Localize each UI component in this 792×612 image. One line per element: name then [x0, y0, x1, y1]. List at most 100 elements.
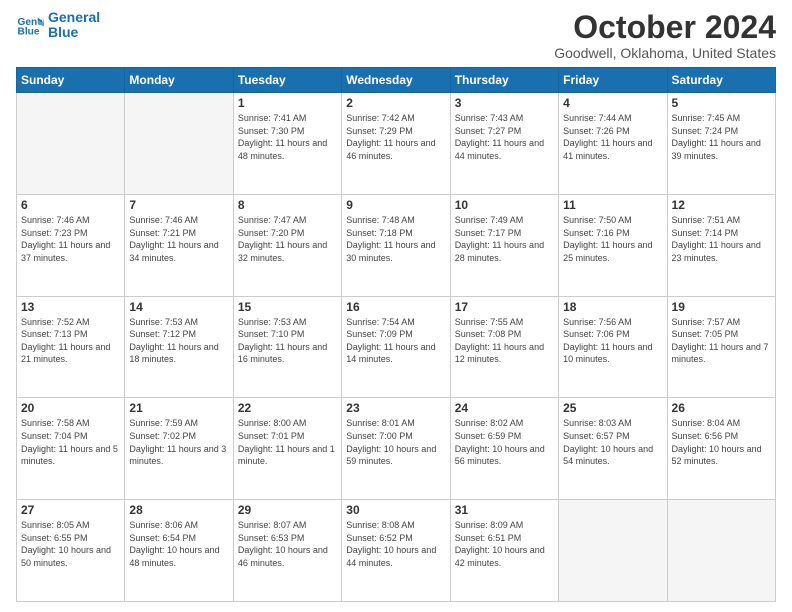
calendar-cell: 11 Sunrise: 7:50 AM Sunset: 7:16 PM Dayli…	[559, 194, 667, 296]
cell-info: Sunrise: 7:56 AM Sunset: 7:06 PM Dayligh…	[563, 316, 662, 366]
col-header-tuesday: Tuesday	[233, 68, 341, 93]
calendar-cell: 9Sunrise: 7:48 AM Sunset: 7:18 PM Daylig…	[342, 194, 450, 296]
cell-info: Sunrise: 7:51 AM Sunset: 7:14 PM Dayligh…	[672, 214, 771, 264]
cell-info: Sunrise: 7:50 AM Sunset: 7:16 PM Dayligh…	[563, 214, 662, 264]
day-number: 26	[672, 401, 771, 415]
day-number: 19	[672, 300, 771, 314]
calendar-cell: 30Sunrise: 8:08 AM Sunset: 6:52 PM Dayli…	[342, 500, 450, 602]
day-number: 12	[672, 198, 771, 212]
day-number: 2	[346, 96, 445, 110]
day-number: 10	[455, 198, 554, 212]
cell-info: Sunrise: 7:45 AM Sunset: 7:24 PM Dayligh…	[672, 112, 771, 162]
day-number: 15	[238, 300, 337, 314]
day-number: 6	[21, 198, 120, 212]
calendar-cell	[559, 500, 667, 602]
day-number: 22	[238, 401, 337, 415]
week-row-1: 1Sunrise: 7:41 AM Sunset: 7:30 PM Daylig…	[17, 93, 776, 195]
day-number: 8	[238, 198, 337, 212]
calendar-header-row: SundayMondayTuesdayWednesdayThursdayFrid…	[17, 68, 776, 93]
day-number: 5	[672, 96, 771, 110]
col-header-sunday: Sunday	[17, 68, 125, 93]
day-number: 25	[563, 401, 662, 415]
cell-info: Sunrise: 8:07 AM Sunset: 6:53 PM Dayligh…	[238, 519, 337, 569]
calendar-cell: 15 Sunrise: 7:53 AM Sunset: 7:10 PM Dayli…	[233, 296, 341, 398]
cell-info: Sunrise: 8:05 AM Sunset: 6:55 PM Dayligh…	[21, 519, 120, 569]
logo-text-blue: Blue	[48, 25, 100, 40]
week-row-2: 6Sunrise: 7:46 AM Sunset: 7:23 PM Daylig…	[17, 194, 776, 296]
calendar-cell: 29 Sunrise: 8:07 AM Sunset: 6:53 PM Dayli…	[233, 500, 341, 602]
logo-icon: General Blue	[16, 11, 44, 39]
logo: General Blue General Blue	[16, 10, 100, 41]
calendar-cell: 10Sunrise: 7:49 AM Sunset: 7:17 PM Dayli…	[450, 194, 558, 296]
day-number: 31	[455, 503, 554, 517]
cell-info: Sunrise: 7:54 AM Sunset: 7:09 PM Dayligh…	[346, 316, 445, 366]
calendar-cell: 19 Sunrise: 7:57 AM Sunset: 7:05 PM Dayli…	[667, 296, 775, 398]
calendar-cell: 12 Sunrise: 7:51 AM Sunset: 7:14 PM Dayli…	[667, 194, 775, 296]
calendar-cell: 13Sunrise: 7:52 AM Sunset: 7:13 PM Dayli…	[17, 296, 125, 398]
day-number: 1	[238, 96, 337, 110]
calendar-cell: 4 Sunrise: 7:44 AM Sunset: 7:26 PM Daylig…	[559, 93, 667, 195]
day-number: 3	[455, 96, 554, 110]
cell-info: Sunrise: 7:46 AM Sunset: 7:21 PM Dayligh…	[129, 214, 228, 264]
day-number: 17	[455, 300, 554, 314]
page-subtitle: Goodwell, Oklahoma, United States	[554, 45, 776, 61]
calendar-cell: 6Sunrise: 7:46 AM Sunset: 7:23 PM Daylig…	[17, 194, 125, 296]
calendar-cell	[125, 93, 233, 195]
day-number: 28	[129, 503, 228, 517]
day-number: 11	[563, 198, 662, 212]
cell-info: Sunrise: 8:00 AM Sunset: 7:01 PM Dayligh…	[238, 417, 337, 467]
cell-info: Sunrise: 7:42 AM Sunset: 7:29 PM Dayligh…	[346, 112, 445, 162]
day-number: 24	[455, 401, 554, 415]
day-number: 23	[346, 401, 445, 415]
day-number: 27	[21, 503, 120, 517]
calendar-cell	[17, 93, 125, 195]
cell-info: Sunrise: 8:06 AM Sunset: 6:54 PM Dayligh…	[129, 519, 228, 569]
week-row-3: 13Sunrise: 7:52 AM Sunset: 7:13 PM Dayli…	[17, 296, 776, 398]
col-header-wednesday: Wednesday	[342, 68, 450, 93]
day-number: 18	[563, 300, 662, 314]
day-number: 21	[129, 401, 228, 415]
col-header-thursday: Thursday	[450, 68, 558, 93]
cell-info: Sunrise: 7:55 AM Sunset: 7:08 PM Dayligh…	[455, 316, 554, 366]
calendar-cell: 7 Sunrise: 7:46 AM Sunset: 7:21 PM Daylig…	[125, 194, 233, 296]
cell-info: Sunrise: 7:48 AM Sunset: 7:18 PM Dayligh…	[346, 214, 445, 264]
title-block: October 2024 Goodwell, Oklahoma, United …	[554, 10, 776, 61]
cell-info: Sunrise: 7:44 AM Sunset: 7:26 PM Dayligh…	[563, 112, 662, 162]
calendar-cell: 16 Sunrise: 7:54 AM Sunset: 7:09 PM Dayli…	[342, 296, 450, 398]
cell-info: Sunrise: 8:01 AM Sunset: 7:00 PM Dayligh…	[346, 417, 445, 467]
col-header-friday: Friday	[559, 68, 667, 93]
cell-info: Sunrise: 7:43 AM Sunset: 7:27 PM Dayligh…	[455, 112, 554, 162]
day-number: 14	[129, 300, 228, 314]
week-row-4: 20Sunrise: 7:58 AM Sunset: 7:04 PM Dayli…	[17, 398, 776, 500]
day-number: 29	[238, 503, 337, 517]
calendar-cell: 20Sunrise: 7:58 AM Sunset: 7:04 PM Dayli…	[17, 398, 125, 500]
cell-info: Sunrise: 7:52 AM Sunset: 7:13 PM Dayligh…	[21, 316, 120, 366]
calendar-cell: 28 Sunrise: 8:06 AM Sunset: 6:54 PM Dayli…	[125, 500, 233, 602]
calendar-cell: 24 Sunrise: 8:02 AM Sunset: 6:59 PM Dayli…	[450, 398, 558, 500]
logo-text-general: General	[48, 10, 100, 25]
cell-info: Sunrise: 7:53 AM Sunset: 7:12 PM Dayligh…	[129, 316, 228, 366]
col-header-saturday: Saturday	[667, 68, 775, 93]
svg-text:Blue: Blue	[18, 27, 40, 38]
calendar-cell: 3 Sunrise: 7:43 AM Sunset: 7:27 PM Daylig…	[450, 93, 558, 195]
calendar-cell: 2 Sunrise: 7:42 AM Sunset: 7:29 PM Daylig…	[342, 93, 450, 195]
day-number: 7	[129, 198, 228, 212]
cell-info: Sunrise: 7:57 AM Sunset: 7:05 PM Dayligh…	[672, 316, 771, 366]
day-number: 4	[563, 96, 662, 110]
cell-info: Sunrise: 8:02 AM Sunset: 6:59 PM Dayligh…	[455, 417, 554, 467]
cell-info: Sunrise: 8:04 AM Sunset: 6:56 PM Dayligh…	[672, 417, 771, 467]
calendar-cell	[667, 500, 775, 602]
page-header: General Blue General Blue October 2024 G…	[16, 10, 776, 61]
cell-info: Sunrise: 7:53 AM Sunset: 7:10 PM Dayligh…	[238, 316, 337, 366]
day-number: 16	[346, 300, 445, 314]
calendar-cell: 17 Sunrise: 7:55 AM Sunset: 7:08 PM Dayli…	[450, 296, 558, 398]
page-title: October 2024	[554, 10, 776, 45]
cell-info: Sunrise: 8:09 AM Sunset: 6:51 PM Dayligh…	[455, 519, 554, 569]
calendar-cell: 1Sunrise: 7:41 AM Sunset: 7:30 PM Daylig…	[233, 93, 341, 195]
cell-info: Sunrise: 8:03 AM Sunset: 6:57 PM Dayligh…	[563, 417, 662, 467]
cell-info: Sunrise: 8:08 AM Sunset: 6:52 PM Dayligh…	[346, 519, 445, 569]
calendar-cell: 5 Sunrise: 7:45 AM Sunset: 7:24 PM Daylig…	[667, 93, 775, 195]
calendar-cell: 21Sunrise: 7:59 AM Sunset: 7:02 PM Dayli…	[125, 398, 233, 500]
calendar-cell: 23 Sunrise: 8:01 AM Sunset: 7:00 PM Dayli…	[342, 398, 450, 500]
calendar-cell: 22 Sunrise: 8:00 AM Sunset: 7:01 PM Dayli…	[233, 398, 341, 500]
